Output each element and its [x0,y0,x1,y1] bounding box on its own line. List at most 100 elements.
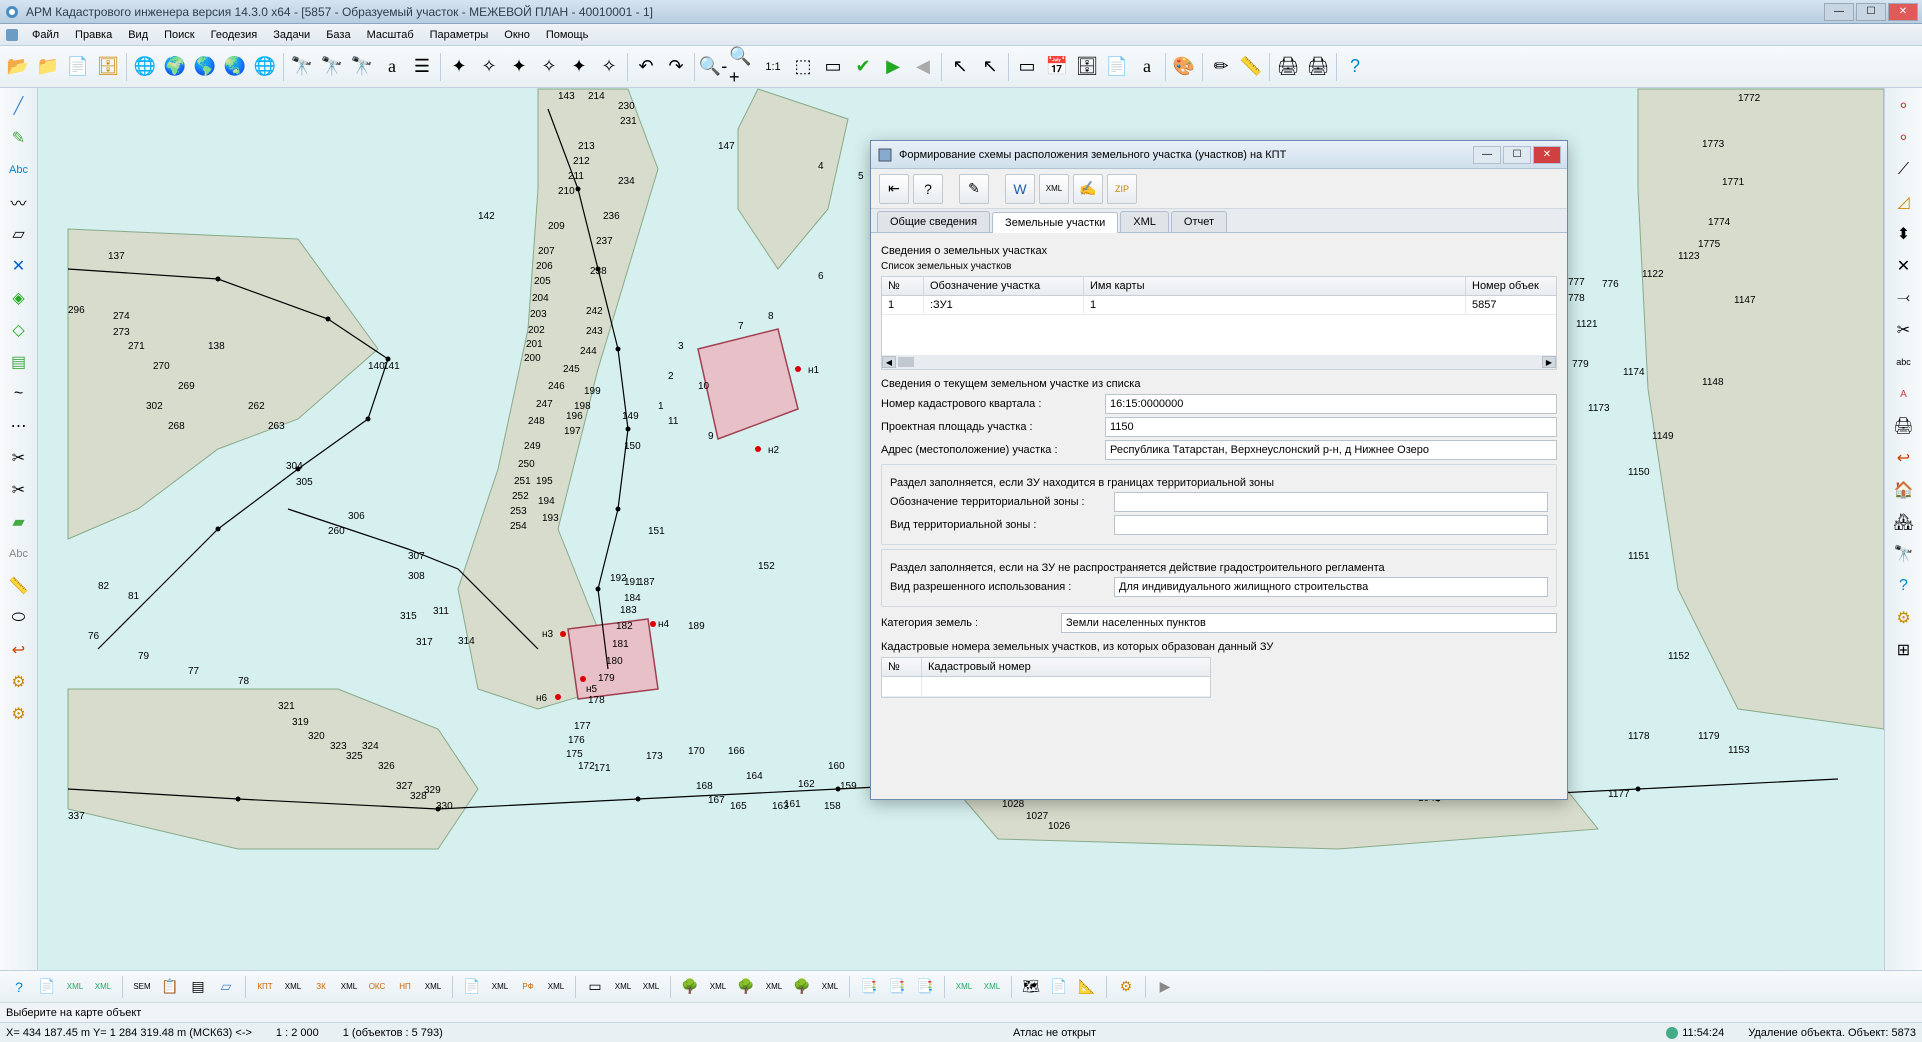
star3-icon[interactable]: ✦ [505,53,533,81]
zip-icon[interactable]: ZIP [1107,174,1137,204]
scissors2-icon[interactable]: ✂ [5,476,33,504]
calendar-icon[interactable]: 📅 [1043,53,1071,81]
minimize-button[interactable]: — [1824,3,1854,21]
diamond2-icon[interactable]: ◇ [5,316,33,344]
star5-icon[interactable]: ✦ [565,53,593,81]
house-icon[interactable]: 🏠 [1890,476,1918,504]
close-button[interactable]: ✕ [1888,3,1918,21]
cursor-icon[interactable]: ↖ [946,53,974,81]
connect-icon[interactable]: ⟋ [1890,156,1918,184]
text-icon[interactable]: a [378,53,406,81]
angle2-icon[interactable]: 📐 [1074,974,1100,1000]
menu-file[interactable]: Файл [24,27,67,43]
text-abc-icon[interactable]: Abc [5,156,33,184]
back-arrow2-icon[interactable]: ↩ [1890,444,1918,472]
survey-icon[interactable]: ✕ [5,252,33,280]
binoculars-icon[interactable]: 🔭 [288,53,316,81]
word-icon[interactable]: W [1005,174,1035,204]
help3-icon[interactable]: ? [913,174,943,204]
doc-xml-icon[interactable]: 📄 [34,974,60,1000]
list-icon[interactable]: ☰ [408,53,436,81]
tree2-icon[interactable]: 🌳 [733,974,759,1000]
map-icon[interactable]: 🗺 [1018,974,1044,1000]
th-objno[interactable]: Номер объек [1466,277,1556,295]
th-mapname[interactable]: Имя карты [1084,277,1466,295]
db-icon[interactable]: 🗄 [94,53,122,81]
menu-window[interactable]: Окно [496,27,538,43]
tree-xml3-icon[interactable]: XML [817,974,843,1000]
zk-icon[interactable]: ЗК [308,974,334,1000]
maximize-button[interactable]: ☐ [1856,3,1886,21]
help-icon[interactable]: ? [1341,53,1369,81]
spline-icon[interactable]: ~ [5,380,33,408]
star-tool-icon[interactable]: ⚙ [5,668,33,696]
help2-icon[interactable]: ? [1890,572,1918,600]
globe2-icon[interactable]: 🌍 [161,53,189,81]
edit-icon[interactable]: ✎ [959,174,989,204]
zoom-11-icon[interactable]: 1:1 [759,53,787,81]
zoom-window-icon[interactable]: ⬚ [789,53,817,81]
table-scrollbar[interactable]: ◀▶ [882,355,1556,369]
abc-small-icon[interactable]: abc [1890,348,1918,376]
menu-base[interactable]: База [318,27,358,43]
xml3-icon[interactable]: XML [951,974,977,1000]
gear-tool-icon[interactable]: ⚙ [5,700,33,728]
palette-icon[interactable]: 🎨 [1170,53,1198,81]
menu-tasks[interactable]: Задачи [265,27,318,43]
doc2-icon[interactable]: 📋 [157,974,183,1000]
tab-report[interactable]: Отчет [1171,211,1227,232]
gear2-icon[interactable]: ⚙ [1890,604,1918,632]
info-icon[interactable]: ? [6,974,32,1000]
rect-icon[interactable]: ▭ [1013,53,1041,81]
doc3-icon[interactable]: 📄 [459,974,485,1000]
nodes2-icon[interactable]: ⚬ [1890,124,1918,152]
prev-icon[interactable]: ◀ [909,53,937,81]
gear3-icon[interactable]: ⚙ [1113,974,1139,1000]
input-tz[interactable] [1114,492,1548,512]
doc7-icon[interactable]: 📄 [1046,974,1072,1000]
rf-xml-icon[interactable]: XML [543,974,569,1000]
rf-icon[interactable]: РФ [515,974,541,1000]
kpt-icon[interactable]: КПТ [252,974,278,1000]
tree-xml-icon[interactable]: XML [705,974,731,1000]
dialog-titlebar[interactable]: Формирование схемы расположения земельно… [871,141,1567,169]
tab-parcels[interactable]: Земельные участки [992,212,1118,233]
polyline-icon[interactable]: 〰 [5,188,33,216]
menu-view[interactable]: Вид [120,27,156,43]
globe3-icon[interactable]: 🌎 [191,53,219,81]
doc-icon[interactable]: 📄 [1103,53,1131,81]
input-vidtz[interactable] [1114,515,1548,535]
exit-icon[interactable]: ⇤ [879,174,909,204]
redo-icon[interactable]: ↷ [662,53,690,81]
th-designation[interactable]: Обозначение участка [924,277,1084,295]
menu-geodesy[interactable]: Геодезия [203,27,266,43]
print-icon[interactable]: 🖨 [1274,53,1302,81]
menu-scale[interactable]: Масштаб [359,27,422,43]
xml4-icon[interactable]: XML [979,974,1005,1000]
back-arrow-icon[interactable]: ↩ [5,636,33,664]
dots-icon[interactable]: ⋯ [5,412,33,440]
az-icon[interactable]: A [1890,380,1918,408]
input-quarter[interactable] [1105,394,1557,414]
dialog-maximize-button[interactable]: ☐ [1503,146,1531,164]
db2-icon[interactable]: 🗄 [1073,53,1101,81]
doc-xml2-icon[interactable]: XML [487,974,513,1000]
zoom-out-icon[interactable]: 🔍- [699,53,727,81]
input-address[interactable] [1105,440,1557,460]
menu-help[interactable]: Помощь [538,27,597,43]
tree-xml2-icon[interactable]: XML [761,974,787,1000]
layers-icon[interactable]: ▤ [5,348,33,376]
hierarchy-icon[interactable]: ⊞ [1890,636,1918,664]
text-a-icon[interactable]: a [1133,53,1161,81]
input-category[interactable] [1061,613,1557,633]
globe4-icon[interactable]: 🌏 [221,53,249,81]
sth-no[interactable]: № [882,658,922,676]
tab-general[interactable]: Общие сведения [877,211,990,232]
new-icon[interactable]: 📄 [64,53,92,81]
zk-xml-icon[interactable]: XML [336,974,362,1000]
th-no[interactable]: № [882,277,924,295]
shape2-icon[interactable]: ▱ [213,974,239,1000]
xml1-icon[interactable]: XML [62,974,88,1000]
scissors-icon[interactable]: ✂ [5,444,33,472]
menu-edit[interactable]: Правка [67,27,120,43]
